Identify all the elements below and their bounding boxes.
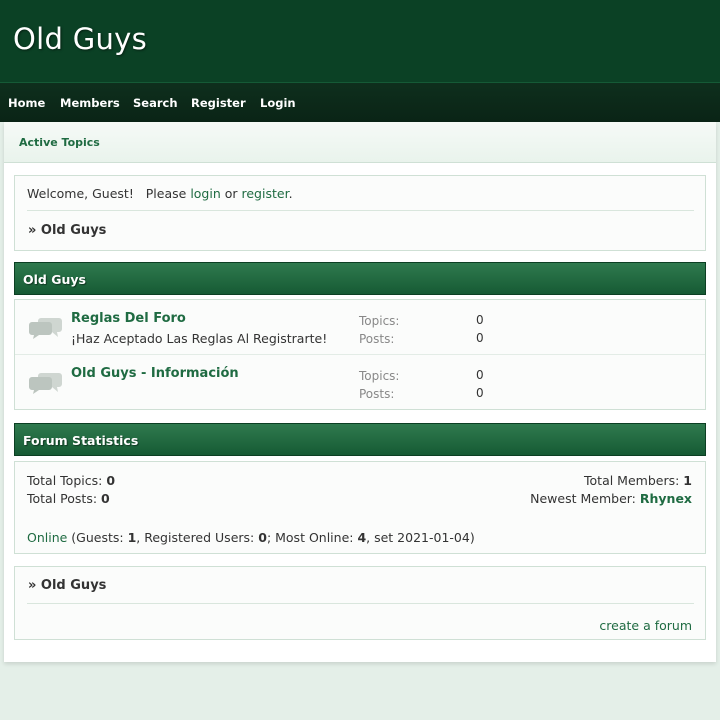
forum-title[interactable]: Reglas Del Foro (71, 311, 186, 326)
stats-panel: Total Topics: 0 Total Posts: 0 Total Mem… (14, 461, 706, 554)
total-members: Total Members: 1 (584, 473, 692, 488)
topics-label: Topics: (359, 314, 400, 328)
topics-label: Topics: (359, 369, 400, 383)
footer-breadcrumb[interactable]: » Old Guys (28, 578, 106, 593)
category-title[interactable]: Old Guys (23, 272, 86, 287)
forum-title[interactable]: Old Guys - Información (71, 366, 239, 381)
total-topics-label: Total Topics: (27, 473, 107, 488)
divider (27, 603, 694, 604)
forum-list: Reglas Del Foro ¡Haz Aceptado Las Reglas… (14, 299, 706, 410)
content-wrapper: Active Topics Welcome, Guest! Please log… (4, 122, 716, 662)
total-topics-value: 0 (106, 473, 116, 488)
posts-count: 0 (476, 386, 484, 400)
divider (27, 210, 694, 211)
online-stats: Online (Guests: 1, Registered Users: 0; … (27, 530, 475, 545)
welcome-message: Welcome, Guest! Please login or register… (27, 186, 293, 201)
total-posts: Total Posts: 0 (27, 491, 110, 506)
total-topics: Total Topics: 0 (27, 473, 115, 488)
site-title[interactable]: Old Guys (13, 22, 147, 56)
nav-login[interactable]: Login (260, 96, 296, 110)
most-online-label: ; Most Online: (266, 530, 358, 545)
forum-bubbles-icon (29, 373, 62, 394)
total-posts-label: Total Posts: (27, 491, 102, 506)
topics-count: 0 (476, 313, 484, 327)
forum-row: Reglas Del Foro ¡Haz Aceptado Las Reglas… (15, 300, 705, 355)
stats-title: Forum Statistics (23, 433, 139, 448)
newest-member: Newest Member: Rhynex (530, 491, 692, 506)
login-link[interactable]: login (190, 186, 220, 201)
breadcrumb[interactable]: » Old Guys (28, 223, 106, 238)
registered-label: , Registered Users: (136, 530, 259, 545)
forum-bubbles-icon (29, 318, 62, 339)
stats-header: Forum Statistics (14, 423, 706, 456)
guests-value: 1 (127, 530, 137, 545)
nav-search[interactable]: Search (133, 96, 178, 110)
welcome-or: or (220, 186, 242, 201)
welcome-prefix: Welcome, Guest! Please (27, 186, 191, 201)
most-online-date: , set 2021-01-04) (366, 530, 475, 545)
welcome-panel: Welcome, Guest! Please login or register… (14, 175, 706, 251)
nav-home[interactable]: Home (8, 96, 45, 110)
online-link[interactable]: Online (27, 530, 67, 545)
total-members-value: 1 (683, 473, 692, 488)
total-members-label: Total Members: (584, 473, 684, 488)
footer-panel: » Old Guys create a forum (14, 566, 706, 640)
forum-row: Old Guys - Información Topics: 0 Posts: … (15, 355, 705, 410)
sub-navbar: Active Topics (4, 122, 716, 163)
posts-label: Posts: (359, 332, 395, 346)
nav-members[interactable]: Members (60, 96, 120, 110)
guests-label: (Guests: (67, 530, 128, 545)
posts-label: Posts: (359, 387, 395, 401)
category-header: Old Guys (14, 262, 706, 295)
forum-description: ¡Haz Aceptado Las Reglas Al Registrarte! (71, 331, 328, 346)
create-forum-link[interactable]: create a forum (599, 618, 692, 633)
site-header: Old Guys (0, 0, 720, 82)
main-navbar: Home Members Search Register Login (0, 82, 720, 122)
total-posts-value: 0 (101, 491, 110, 506)
most-online-value: 4 (357, 530, 367, 545)
newest-member-label: Newest Member: (530, 491, 640, 506)
registered-value: 0 (258, 530, 267, 545)
newest-member-link[interactable]: Rhynex (640, 491, 692, 506)
posts-count: 0 (476, 331, 484, 345)
topics-count: 0 (476, 368, 484, 382)
welcome-suffix: . (288, 186, 293, 201)
register-link[interactable]: register (242, 186, 289, 201)
active-topics-link[interactable]: Active Topics (19, 136, 100, 149)
nav-register[interactable]: Register (191, 96, 246, 110)
